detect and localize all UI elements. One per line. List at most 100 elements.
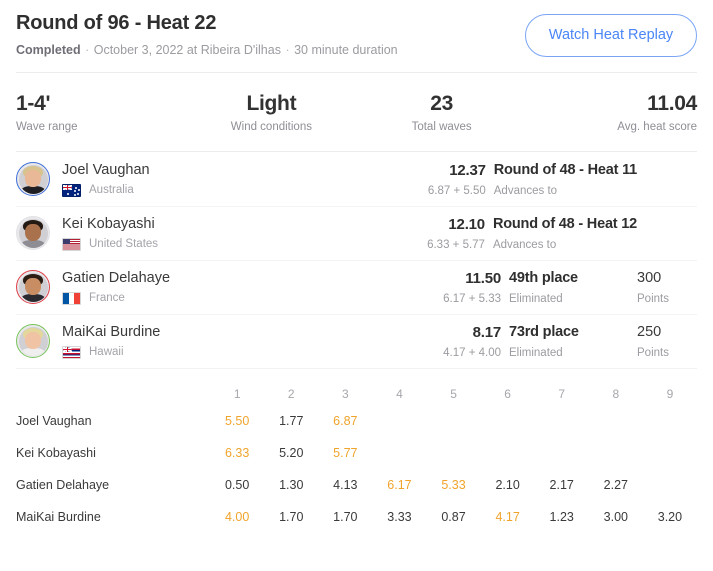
stat-wave-range: 1-4' Wave range xyxy=(16,91,186,134)
wave-row-name: MaiKai Burdine xyxy=(16,510,101,524)
country-label: Australia xyxy=(89,184,134,196)
wave-score-cell: 4.17 xyxy=(495,510,520,524)
wave-score-cell: 1.23 xyxy=(549,510,574,524)
surfer-name: Kei Kobayashi xyxy=(62,216,155,232)
result-status: Eliminated xyxy=(509,346,563,359)
wave-column-header: 5 xyxy=(450,387,457,401)
surfer-identity: MaiKai Burdine Hawaii xyxy=(62,323,427,359)
surfer-identity: Joel Vaughan Australia xyxy=(62,161,412,197)
wave-score-cell xyxy=(589,405,643,437)
surfer-country: Hawaii xyxy=(62,345,427,359)
table-row[interactable]: Gatien Delahaye France 11.50 6.17 + 5.33… xyxy=(16,260,697,314)
points-cell xyxy=(637,231,697,235)
avatar xyxy=(16,162,50,196)
wave-table-name-header xyxy=(16,369,210,405)
stat-label: Wave range xyxy=(16,120,78,133)
heat-detail-page: Round of 96 - Heat 22 Completed · Octobe… xyxy=(0,0,713,571)
heat-header: Round of 96 - Heat 22 Completed · Octobe… xyxy=(0,0,713,72)
table-row: Gatien Delahaye 0.50 1.30 4.13 6.17 5.33… xyxy=(16,469,697,501)
wave-score-cell: 5.77 xyxy=(333,446,358,460)
wave-score-cell xyxy=(643,405,697,437)
score-breakdown: 4.17 + 4.00 xyxy=(443,346,501,359)
wave-score-cell xyxy=(372,405,426,437)
au-flag-icon xyxy=(62,183,81,197)
score-breakdown: 6.33 + 5.77 xyxy=(427,238,485,251)
wave-score-cell: 6.33 xyxy=(224,446,250,460)
wave-scores-section: 1 2 3 4 5 6 7 8 9 Joel Vaughan 5.50 1.77… xyxy=(0,369,713,533)
score-breakdown: 6.17 + 5.33 xyxy=(443,292,501,305)
table-row: Kei Kobayashi 6.33 5.20 5.77 xyxy=(16,437,697,469)
wave-score-cell: 0.50 xyxy=(224,478,250,492)
stat-value: 23 xyxy=(430,91,453,115)
wave-score-cell: 6.87 xyxy=(333,414,358,428)
total-score: 11.50 xyxy=(465,269,501,287)
wave-score-cell xyxy=(535,405,589,437)
heat-date-location: October 3, 2022 at Ribeira D'ilhas xyxy=(93,43,281,57)
table-row: Joel Vaughan 5.50 1.77 6.87 xyxy=(16,405,697,437)
wave-score-cell xyxy=(426,405,480,437)
surfer-country: United States xyxy=(62,237,411,251)
avatar xyxy=(16,216,50,250)
points-value: 300 xyxy=(637,269,662,286)
wave-table-header-row: 1 2 3 4 5 6 7 8 9 xyxy=(16,369,697,405)
wave-column-header: 4 xyxy=(396,387,403,401)
fr-flag-icon xyxy=(62,291,81,305)
wave-score-cell: 1.30 xyxy=(279,478,304,492)
subtitle-separator-2: · xyxy=(285,43,290,57)
wave-row-name: Kei Kobayashi xyxy=(16,446,96,460)
wave-row-name: Joel Vaughan xyxy=(16,414,92,428)
points-label: Points xyxy=(637,346,669,359)
table-row[interactable]: Kei Kobayashi United States 12.10 6.33 +… xyxy=(16,206,697,260)
wave-score-cell: 1.70 xyxy=(279,510,304,524)
stat-value: 1-4' xyxy=(16,91,51,115)
wave-score-cell xyxy=(372,437,426,469)
points-value: 250 xyxy=(637,323,662,340)
result-destination: 73rd place xyxy=(509,323,579,340)
surfer-identity: Kei Kobayashi United States xyxy=(62,215,411,251)
table-row[interactable]: MaiKai Burdine Hawaii 8.17 4.17 + 4.00 7… xyxy=(16,314,697,368)
stat-label: Wind conditions xyxy=(230,120,312,133)
stat-label: Avg. heat score xyxy=(617,120,697,133)
surfer-country: Australia xyxy=(62,183,412,197)
heat-score: 11.50 6.17 + 5.33 xyxy=(427,269,509,306)
table-row[interactable]: Joel Vaughan Australia 12.37 6.87 + 5.50… xyxy=(16,152,697,206)
surfer-results-list: Joel Vaughan Australia 12.37 6.87 + 5.50… xyxy=(0,152,713,368)
wave-score-cell xyxy=(481,405,535,437)
wave-row-name: Gatien Delahaye xyxy=(16,478,110,492)
wave-score-cell: 4.00 xyxy=(224,510,250,524)
wave-score-cell xyxy=(481,437,535,469)
wave-score-cell: 5.33 xyxy=(441,478,466,492)
surfer-name: Joel Vaughan xyxy=(62,162,150,178)
stat-avg-heat-score: 11.04 Avg. heat score xyxy=(527,91,697,134)
wave-score-cell: 6.17 xyxy=(387,478,412,492)
wave-column-header: 9 xyxy=(666,387,674,401)
stat-value: Light xyxy=(246,91,297,115)
watch-heat-replay-button[interactable]: Watch Heat Replay xyxy=(525,14,697,57)
points-cell: 300 Points xyxy=(637,269,697,306)
wave-score-cell: 0.87 xyxy=(441,510,466,524)
result-status: Advances to xyxy=(493,184,558,197)
points-label: Points xyxy=(637,292,669,305)
us-flag-icon xyxy=(62,237,81,251)
result-destination: 49th place xyxy=(509,269,578,286)
result-cell: Round of 48 - Heat 12 Advances to xyxy=(493,215,637,252)
surfer-name: MaiKai Burdine xyxy=(62,324,161,340)
wave-column-header: 7 xyxy=(558,387,566,401)
wave-column-header: 3 xyxy=(342,387,349,401)
result-status: Eliminated xyxy=(509,292,563,305)
country-label: United States xyxy=(89,238,159,250)
wave-score-cell: 1.70 xyxy=(333,510,358,524)
wave-score-cell xyxy=(643,469,697,501)
status-badge: Completed xyxy=(16,43,81,57)
wave-column-header: 8 xyxy=(612,387,620,401)
avatar xyxy=(16,270,50,304)
total-score: 8.17 xyxy=(472,323,502,341)
wave-score-cell: 2.10 xyxy=(495,478,520,492)
wave-score-cell: 3.33 xyxy=(387,510,412,524)
subtitle-separator-1: · xyxy=(85,43,90,57)
total-score: 12.37 xyxy=(449,161,486,179)
points-cell xyxy=(637,177,697,181)
avatar xyxy=(16,324,50,358)
heat-stats-strip: 1-4' Wave range Light Wind conditions 23… xyxy=(0,73,713,151)
surfer-country: France xyxy=(62,291,427,305)
